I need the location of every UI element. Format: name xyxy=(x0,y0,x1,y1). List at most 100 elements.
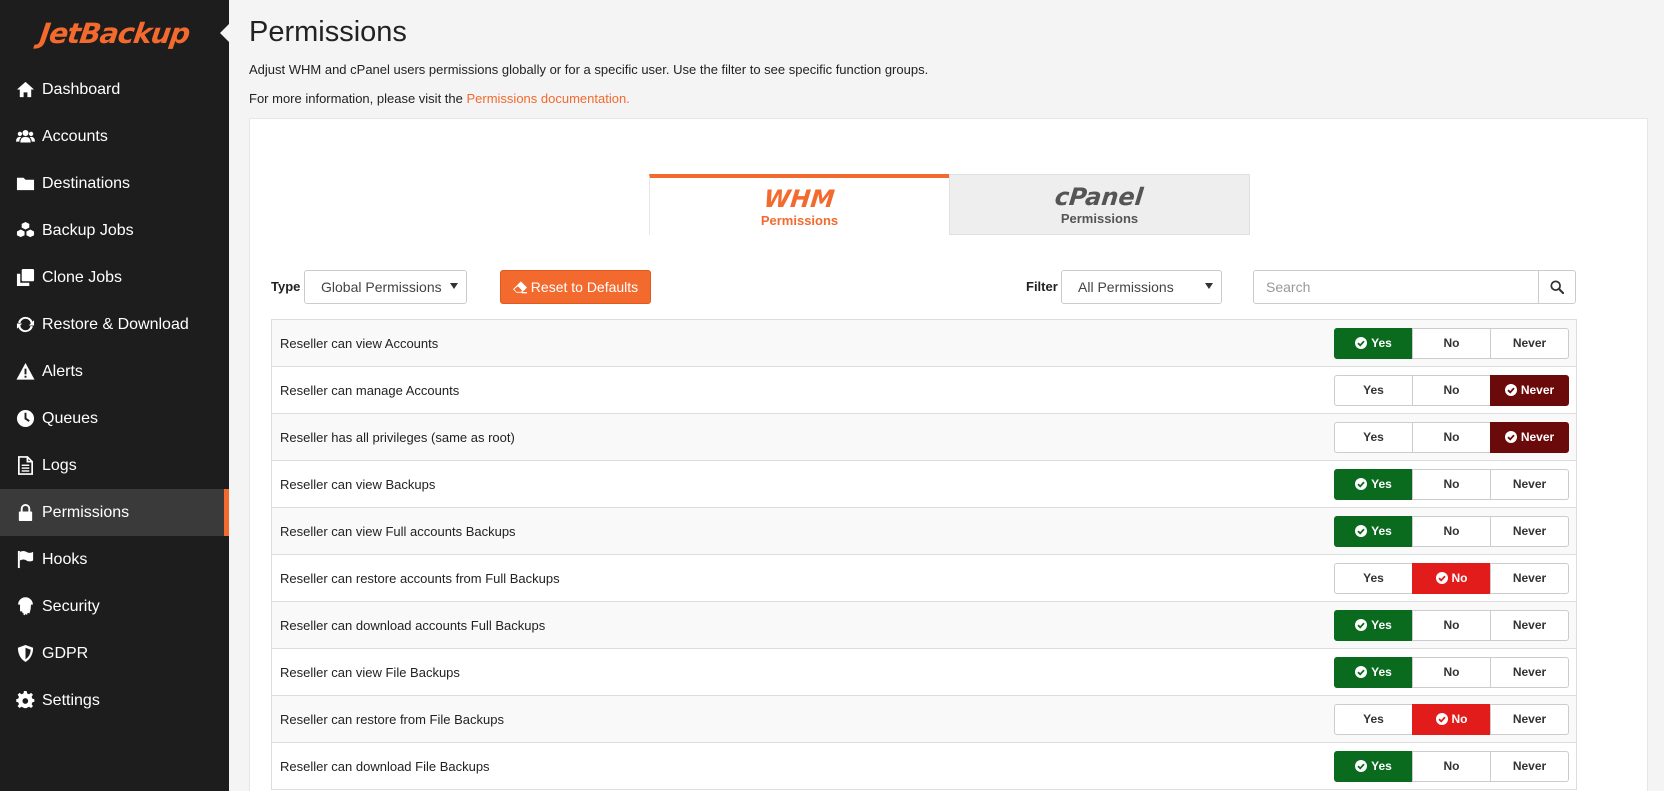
option-yes-button[interactable]: Yes xyxy=(1334,750,1413,782)
jetbackup-logo[interactable]: JetBackup xyxy=(0,0,229,66)
sidebar-item-label: Destinations xyxy=(42,174,131,192)
option-label: Yes xyxy=(1371,759,1392,773)
sidebar-item-label: Queues xyxy=(42,409,99,427)
option-label: Never xyxy=(1512,477,1547,491)
permission-toggle-group: Yes No Never xyxy=(1334,374,1569,406)
sidebar: JetBackup Dashboard Accounts Destinations B… xyxy=(0,0,229,791)
sidebar-item-permissions[interactable]: Permissions xyxy=(0,489,229,536)
sidebar-item-clone-jobs[interactable]: Clone Jobs xyxy=(0,254,229,301)
sidebar-item-label: Backup Jobs xyxy=(42,221,134,239)
search-input[interactable] xyxy=(1254,271,1538,303)
option-yes-button[interactable]: Yes xyxy=(1334,515,1413,547)
option-never-button[interactable]: Never xyxy=(1490,750,1569,782)
option-no-button[interactable]: No xyxy=(1412,750,1491,782)
sidebar-item-backup-jobs[interactable]: Backup Jobs xyxy=(0,207,229,254)
option-yes-button[interactable]: Yes xyxy=(1334,327,1413,359)
sidebar-item-label: Permissions xyxy=(42,503,130,521)
filter-label: Filter xyxy=(1026,279,1058,294)
permission-toggle-group: Yes No Never xyxy=(1334,562,1569,594)
option-no-button[interactable]: No xyxy=(1412,468,1491,500)
option-no-button[interactable]: No xyxy=(1412,421,1491,453)
option-label: Yes xyxy=(1371,477,1392,491)
permission-label: Reseller can view Accounts xyxy=(280,335,439,351)
option-label: No xyxy=(1443,477,1460,491)
clock-icon xyxy=(14,409,36,429)
whm-logo: WHM xyxy=(762,184,837,213)
sidebar-item-dashboard[interactable]: Dashboard xyxy=(0,66,229,113)
sidebar-nav: Dashboard Accounts Destinations Backup Jobs… xyxy=(0,66,229,724)
search-icon xyxy=(1550,280,1564,294)
option-label: Never xyxy=(1512,336,1547,350)
option-never-button[interactable]: Never xyxy=(1490,468,1569,500)
sidebar-item-queues[interactable]: Queues xyxy=(0,395,229,442)
option-yes-button[interactable]: Yes xyxy=(1334,656,1413,688)
sidebar-item-settings[interactable]: Settings xyxy=(0,677,229,724)
option-label: No xyxy=(1443,618,1460,632)
option-label: Yes xyxy=(1371,665,1392,679)
sidebar-item-destinations[interactable]: Destinations xyxy=(0,160,229,207)
option-yes-button[interactable]: Yes xyxy=(1334,609,1413,641)
sidebar-item-label: Accounts xyxy=(42,127,108,145)
option-yes-button[interactable]: Yes xyxy=(1334,562,1413,594)
option-label: No xyxy=(1443,336,1460,350)
reset-to-defaults-button[interactable]: Reset to Defaults xyxy=(500,270,651,304)
option-never-button[interactable]: Never xyxy=(1490,656,1569,688)
sidebar-item-alerts[interactable]: Alerts xyxy=(0,348,229,395)
sidebar-item-hooks[interactable]: Hooks xyxy=(0,536,229,583)
sidebar-item-gdpr[interactable]: GDPR xyxy=(0,630,229,677)
sidebar-item-label: Alerts xyxy=(42,362,83,380)
table-row: Reseller can view Full accounts Backups Y… xyxy=(271,508,1577,555)
search-button[interactable] xyxy=(1538,270,1576,304)
option-never-button[interactable]: Never xyxy=(1490,609,1569,641)
clone-icon xyxy=(14,268,36,288)
option-label: Yes xyxy=(1363,430,1384,444)
sidebar-item-restore-download[interactable]: Restore & Download xyxy=(0,301,229,348)
filter-select[interactable]: All Permissions xyxy=(1061,270,1222,304)
reset-button-label: Reset to Defaults xyxy=(530,279,639,295)
sidebar-item-label: Settings xyxy=(42,691,100,709)
type-select[interactable]: Global Permissions xyxy=(304,270,467,304)
fingerprint-icon xyxy=(14,597,36,617)
table-row: Reseller can download File Backups Yes No N… xyxy=(271,743,1577,790)
option-never-button[interactable]: Never xyxy=(1490,562,1569,594)
permissions-table: Reseller can view Accounts Yes No Never Rese… xyxy=(271,319,1577,790)
tab-whm[interactable]: WHM Permissions xyxy=(649,174,949,235)
option-no-button[interactable]: No xyxy=(1412,656,1491,688)
permission-label: Reseller can restore from File Backups xyxy=(280,711,504,727)
option-no-button[interactable]: No xyxy=(1412,515,1491,547)
permission-label: Reseller can view Backups xyxy=(280,476,436,492)
sidebar-item-security[interactable]: Security xyxy=(0,583,229,630)
check-circle-icon xyxy=(1355,525,1371,537)
option-never-button[interactable]: Never xyxy=(1490,515,1569,547)
filter-select-value: All Permissions xyxy=(1078,279,1174,295)
option-no-button[interactable]: No xyxy=(1412,703,1491,735)
option-yes-button[interactable]: Yes xyxy=(1334,703,1413,735)
option-no-button[interactable]: No xyxy=(1412,609,1491,641)
sidebar-item-label: Logs xyxy=(42,456,77,474)
panel-tabs: WHM Permissions cPanel Permissions xyxy=(649,174,1250,235)
option-never-button[interactable]: Never xyxy=(1490,421,1569,453)
table-row: Reseller can restore accounts from Full … xyxy=(271,555,1577,602)
flag-icon xyxy=(14,550,36,570)
option-yes-button[interactable]: Yes xyxy=(1334,468,1413,500)
option-never-button[interactable]: Never xyxy=(1490,374,1569,406)
check-circle-icon xyxy=(1355,619,1371,631)
permission-toggle-group: Yes No Never xyxy=(1334,656,1569,688)
check-circle-icon xyxy=(1504,384,1521,396)
option-never-button[interactable]: Never xyxy=(1490,703,1569,735)
sidebar-item-logs[interactable]: Logs xyxy=(0,442,229,489)
sidebar-item-accounts[interactable]: Accounts xyxy=(0,113,229,160)
option-no-button[interactable]: No xyxy=(1412,327,1491,359)
permission-toggle-group: Yes No Never xyxy=(1334,327,1569,359)
option-label: Never xyxy=(1512,524,1547,538)
option-label: Never xyxy=(1512,618,1547,632)
option-never-button[interactable]: Never xyxy=(1490,327,1569,359)
option-no-button[interactable]: No xyxy=(1412,562,1491,594)
table-row: Reseller has all privileges (same as roo… xyxy=(271,414,1577,461)
permissions-docs-link[interactable]: Permissions documentation. xyxy=(466,91,629,106)
option-yes-button[interactable]: Yes xyxy=(1334,421,1413,453)
option-yes-button[interactable]: Yes xyxy=(1334,374,1413,406)
cubes-icon xyxy=(14,221,36,241)
option-no-button[interactable]: No xyxy=(1412,374,1491,406)
tab-cpanel[interactable]: cPanel Permissions xyxy=(949,174,1250,235)
